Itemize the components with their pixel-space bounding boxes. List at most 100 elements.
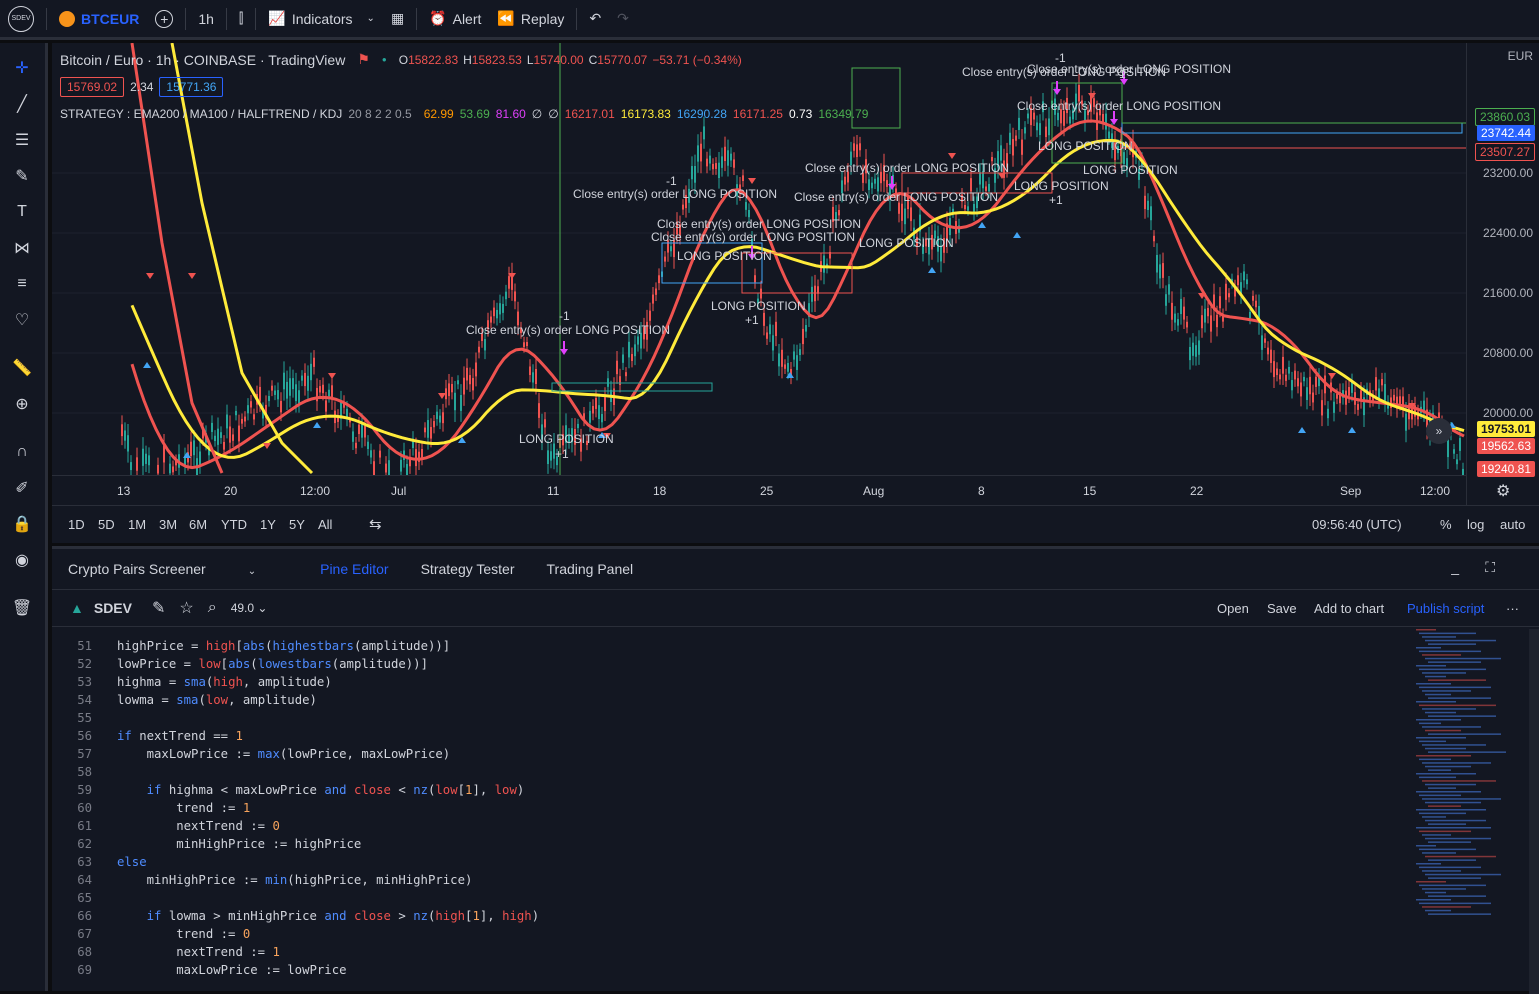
- star-icon[interactable]: ☆: [179, 598, 193, 618]
- magnet-icon[interactable]: ∩: [9, 439, 35, 465]
- zoom-icon[interactable]: ⊕: [9, 391, 35, 417]
- range-1m[interactable]: 1M: [128, 517, 146, 532]
- pattern-icon[interactable]: ⋈: [9, 235, 35, 261]
- line-number: 53: [77, 675, 92, 689]
- tab-pine-editor[interactable]: Pine Editor: [320, 561, 388, 577]
- add-to-chart-button[interactable]: Add to chart: [1314, 601, 1384, 616]
- trade-label: LONG POSITION: [1038, 139, 1133, 153]
- script-name[interactable]: SDEV: [94, 600, 132, 616]
- value-2: 53.69: [459, 107, 490, 121]
- save-button[interactable]: Save: [1267, 601, 1297, 616]
- replay-button[interactable]: ⏪ Replay: [489, 0, 572, 39]
- brush-icon[interactable]: ✎: [9, 163, 35, 189]
- trade-label: -1: [666, 174, 677, 188]
- percent-toggle[interactable]: %: [1440, 517, 1452, 532]
- templates-button[interactable]: ▦: [383, 0, 412, 39]
- forecast-icon[interactable]: ≡: [9, 271, 35, 297]
- code-line: maxLowPrice := lowPrice: [117, 963, 347, 977]
- settings-gear-icon[interactable]: ⚙: [1496, 481, 1510, 501]
- code-line: trend := 0: [117, 927, 251, 941]
- compare-button[interactable]: +: [147, 0, 181, 39]
- trade-label: LONG POSITION: [711, 299, 806, 313]
- trade-label: LONG POSITION: [519, 432, 614, 446]
- trade-label: LONG POSITION: [1083, 163, 1178, 177]
- pencil-icon[interactable]: ✎: [152, 598, 165, 618]
- trade-label: +1: [1049, 193, 1063, 207]
- goto-date-icon[interactable]: ⇆: [369, 515, 382, 533]
- trade-label: +1: [745, 313, 759, 327]
- range-all[interactable]: All: [318, 517, 332, 532]
- line-number: 63: [77, 855, 92, 869]
- price-axis[interactable]: EUR 23200.00 22400.00 21600.00 20800.00 …: [1466, 43, 1539, 505]
- minimize-icon[interactable]: _: [1451, 559, 1459, 575]
- eye-icon[interactable]: ◉: [9, 547, 35, 573]
- replay-icon: ⏪: [497, 10, 515, 26]
- chart-type-button[interactable]: ⫿: [231, 0, 251, 39]
- chevron-down-icon: ⌄: [247, 566, 257, 577]
- range-5y[interactable]: 5Y: [289, 517, 305, 532]
- tab-trading-panel[interactable]: Trading Panel: [547, 561, 634, 577]
- chart-pane[interactable]: Bitcoin / Euro · 1h · COINBASE · Trading…: [52, 43, 1539, 505]
- clock[interactable]: 09:56:40 (UTC): [1312, 517, 1402, 532]
- tab-crypto-pairs-screener[interactable]: Crypto Pairs Screener ⌄: [68, 561, 288, 577]
- price-tag: 19753.01: [1476, 421, 1535, 437]
- redo-icon: ↷: [617, 10, 629, 26]
- price-tag: 19562.63: [1476, 438, 1535, 454]
- log-toggle[interactable]: log: [1467, 517, 1484, 532]
- trade-label: LONG POSITION: [859, 236, 954, 250]
- time-axis[interactable]: 13 20 12:00 Jul 11 18 25 Aug 8 15 22 Sep…: [52, 475, 1466, 505]
- line-number: 66: [77, 909, 92, 923]
- heart-icon[interactable]: ♡: [9, 307, 35, 333]
- editor-toolbar: ▲ SDEV ✎ ☆ ⌕ 49.0 ⌄ Open Save Add to cha…: [52, 589, 1539, 627]
- strategy-legend[interactable]: STRATEGY : EMA200 / MA100 / HALFTREND / …: [60, 107, 868, 121]
- sell-price[interactable]: 15769.02: [60, 77, 125, 97]
- line-number: 62: [77, 837, 92, 851]
- redo-button[interactable]: ↷: [609, 0, 637, 39]
- ruler-icon[interactable]: 📏: [9, 355, 35, 381]
- range-3m[interactable]: 3M: [159, 517, 177, 532]
- currency-label[interactable]: EUR: [1508, 49, 1533, 63]
- line-number: 55: [77, 711, 92, 725]
- version-select[interactable]: 49.0 ⌄: [231, 601, 268, 615]
- time-tick: 11: [547, 484, 560, 498]
- price-tick: 23200.00: [1482, 166, 1533, 180]
- alert-button[interactable]: ⏰ Alert: [421, 0, 489, 39]
- range-1d[interactable]: 1D: [68, 517, 85, 532]
- lock-icon[interactable]: 🔒: [9, 511, 35, 537]
- line-number: 65: [77, 891, 92, 905]
- bitcoin-icon: [59, 10, 75, 27]
- symbol-search[interactable]: BTCEUR: [51, 0, 147, 39]
- range-6m[interactable]: 6M: [189, 517, 207, 532]
- indicators-button[interactable]: 📈 Indicators ⌄: [260, 0, 383, 39]
- search-icon[interactable]: ⌕: [208, 599, 217, 617]
- editor-scrollbar[interactable]: [1529, 629, 1539, 994]
- more-icon[interactable]: ···: [1506, 601, 1519, 616]
- lock-drawing-icon[interactable]: ✐: [9, 475, 35, 501]
- trade-label: Close entry(s) order LONG POSITION: [805, 161, 1010, 175]
- time-tick: Sep: [1340, 484, 1362, 498]
- open-button[interactable]: Open: [1217, 601, 1249, 616]
- code-editor[interactable]: 51 52 53 54 55 56 57 58 59 60 61 62 63 64 65 66 67 68 69 h…: [52, 629, 1402, 994]
- range-1y[interactable]: 1Y: [260, 517, 276, 532]
- buy-price[interactable]: 15771.36: [159, 77, 224, 97]
- value-6: 16217.01: [564, 107, 615, 121]
- trash-icon[interactable]: 🗑: [9, 595, 35, 621]
- crosshair-icon[interactable]: ✛: [9, 55, 35, 81]
- fib-icon[interactable]: ☰: [9, 127, 35, 153]
- undo-button[interactable]: ↶: [581, 0, 609, 39]
- range-5d[interactable]: 5D: [98, 517, 115, 532]
- publish-script-button[interactable]: Publish script: [1407, 601, 1484, 616]
- maximize-icon[interactable]: ⛶: [1485, 559, 1495, 576]
- trendline-icon[interactable]: ╱: [9, 91, 35, 117]
- interval-button[interactable]: 1h: [190, 0, 222, 39]
- tab-strategy-tester[interactable]: Strategy Tester: [421, 561, 515, 577]
- trade-label: -1: [559, 309, 570, 323]
- range-ytd[interactable]: YTD: [221, 517, 247, 532]
- trade-label: Close entry(s) order LONG POSITION: [794, 190, 999, 204]
- auto-toggle[interactable]: auto: [1500, 517, 1525, 532]
- line-number: 57: [77, 747, 92, 761]
- text-icon[interactable]: T: [9, 199, 35, 225]
- code-minimap[interactable]: [1412, 629, 1527, 994]
- avatar[interactable]: SDEV: [0, 0, 42, 39]
- scroll-to-realtime-button[interactable]: »: [1426, 418, 1452, 444]
